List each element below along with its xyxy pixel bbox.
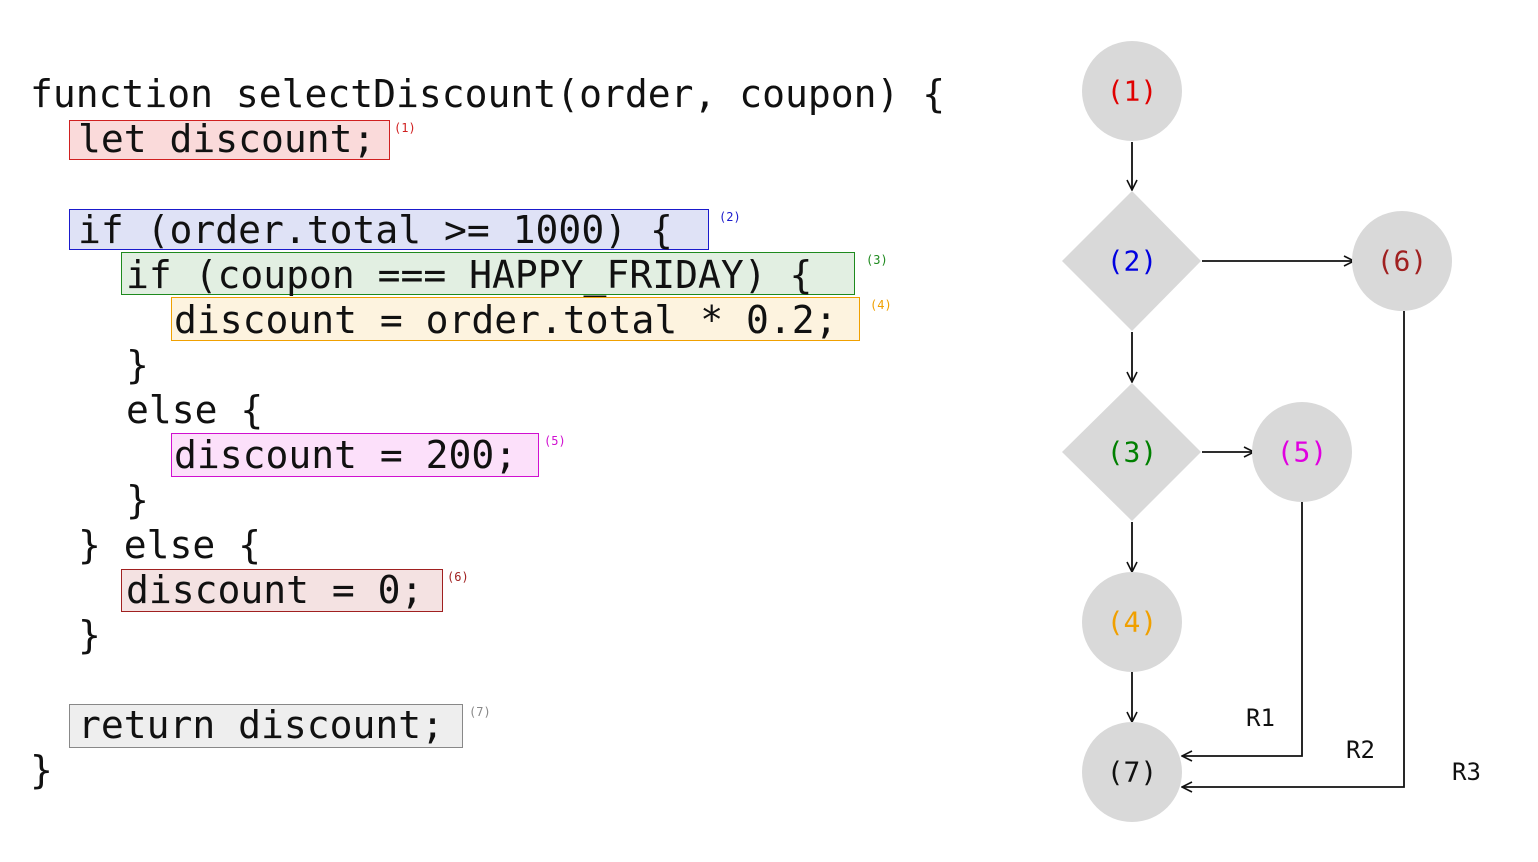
marker-7: (7) (469, 705, 491, 719)
node-2-label: (2) (1107, 245, 1158, 278)
code-line-13: return discount; (78, 703, 445, 747)
code-line-1: function selectDiscount(order, coupon) { (30, 72, 946, 116)
region-label-r1: R1 (1246, 704, 1275, 732)
code-line-7: else { (126, 388, 264, 432)
code-listing: function selectDiscount(order, coupon) {… (0, 0, 1040, 862)
marker-6: (6) (447, 570, 469, 584)
code-line-3: if (order.total >= 1000) { (78, 208, 673, 252)
node-5-label: (5) (1277, 436, 1328, 469)
node-7-label: (7) (1107, 756, 1158, 789)
edge-5-7 (1182, 502, 1303, 756)
code-line-10: } else { (78, 523, 262, 567)
code-line-4: if (coupon === HAPPY_FRIDAY) { (126, 253, 813, 297)
code-line-9: } (126, 478, 149, 522)
marker-1: (1) (394, 121, 416, 135)
node-1-label: (1) (1107, 75, 1158, 108)
flow-graph-svg: (1) (2) (3) (4) (5) (6) (7) R1 R2 R3 (1062, 41, 1481, 822)
node-4-label: (4) (1107, 606, 1158, 639)
node-6-label: (6) (1377, 245, 1428, 278)
code-line-11: discount = 0; (126, 568, 424, 612)
edge-6-7 (1182, 311, 1405, 787)
code-line-5: discount = order.total * 0.2; (174, 298, 838, 342)
region-label-r3: R3 (1452, 758, 1481, 786)
marker-4: (4) (870, 298, 892, 312)
region-label-r2: R2 (1346, 736, 1375, 764)
code-line-6: } (126, 343, 149, 387)
control-flow-graph: (1) (2) (3) (4) (5) (6) (7) R1 R2 R3 (1040, 0, 1538, 862)
code-line-2: let discount; (78, 117, 376, 161)
code-line-12: } (78, 613, 101, 657)
node-3-label: (3) (1107, 436, 1158, 469)
marker-5: (5) (544, 434, 566, 448)
code-line-8: discount = 200; (174, 433, 518, 477)
marker-3: (3) (866, 253, 888, 267)
marker-2: (2) (719, 210, 741, 224)
code-line-14: } (30, 748, 53, 792)
